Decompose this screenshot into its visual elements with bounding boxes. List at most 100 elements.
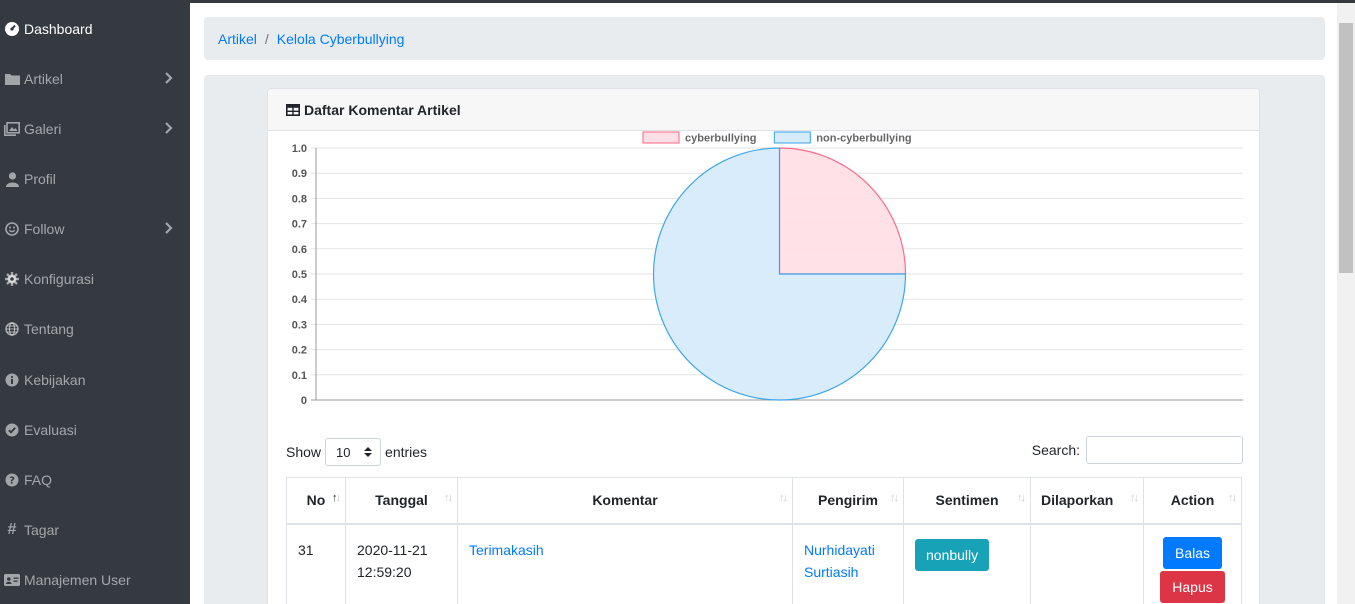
sidebar-item-follow[interactable]: Follow [0,204,190,254]
sidebar-item-label: Dashboard [24,21,93,37]
sidebar-item-label: Kebijakan [24,372,86,388]
check-circle-icon [4,422,20,438]
svg-text:?: ? [9,476,15,487]
sidebar-item-label: Tagar [24,522,60,538]
sort-asc-icon: ↑↓ [332,492,341,504]
table-row: 31 2020-11-21 12:59:20 Terimakasih Nurhi… [286,523,1242,604]
row-date: 2020-11-21 [357,541,428,558]
entries-select-value: 10 [336,444,351,460]
cell-no: 31 [286,523,346,604]
column-header-sentimen[interactable]: Sentimen ↑↓ [903,477,1031,525]
y-tick-label: 0 [301,395,307,407]
y-tick-label: 0.9 [292,168,307,180]
column-header-komentar[interactable]: Komentar ↑↓ [457,477,793,525]
sidebar-item-label: Tentang [24,321,74,337]
y-tick-label: 0.6 [292,244,307,256]
y-tick-label: 0.3 [292,319,307,331]
breadcrumb-separator: / [264,30,269,47]
length-control: Show 10 entries [286,438,427,466]
search-control: Search: [1032,436,1243,464]
sender-link[interactable]: Nurhidayati Surtiasih [804,539,892,583]
search-input[interactable] [1086,436,1243,464]
sidebar-item-artikel[interactable]: Artikel [0,54,190,104]
main-content: Artikel / Kelola Cyberbullying Daftar Ko… [190,3,1337,604]
row-no: 31 [298,541,314,558]
y-tick-label: 0.2 [292,345,307,357]
column-header-pengirim[interactable]: Pengirim ↑↓ [792,477,904,525]
select-arrows-icon [364,447,373,457]
sidebar-item-evaluasi[interactable]: Evaluasi [0,405,190,455]
column-header-label: Sentimen [935,492,999,509]
smile-icon [4,221,20,237]
delete-button[interactable]: Hapus [1160,570,1225,603]
table-icon [286,103,300,116]
column-header-label: Komentar [592,492,658,509]
column-header-label: Tanggal [375,492,428,509]
sidebar: Dashboard Artikel Galeri Profil Follow K… [0,3,190,604]
sort-icon: ↑↓ [1228,492,1237,504]
sort-icon: ↑↓ [779,492,788,504]
scrollbar-thumb[interactable] [1339,23,1353,273]
breadcrumb-kelola-link[interactable]: Kelola Cyberbullying [277,31,405,47]
y-tick-label: 1.0 [292,143,307,155]
cell-pengirim: Nurhidayati Surtiasih [792,523,904,604]
breadcrumb-artikel-link[interactable]: Artikel [218,31,257,47]
sentiment-pie-chart: 1.0 0.9 0.8 0.7 0.6 0.5 0.4 0.3 0.2 0.1 0 cyberbull… [292,131,1243,407]
sidebar-item-label: Konfigurasi [24,271,95,287]
id-card-icon [4,572,20,588]
sentiment-badge[interactable]: nonbully [915,538,990,571]
cell-tanggal: 2020-11-21 12:59:20 [345,523,458,604]
sidebar-item-label: FAQ [24,472,53,488]
column-header-no[interactable]: No ↑↓ [286,477,346,525]
sidebar-item-label: Evaluasi [24,422,77,438]
sidebar-item-manajemen-user[interactable]: Manajemen User [0,555,190,604]
chevron-right-icon [165,122,173,134]
legend-label: cyberbullying [685,133,757,145]
sidebar-item-kebijakan[interactable]: Kebijakan [0,355,190,405]
comments-table: No ↑↓ Tanggal ↑↓ Komentar ↑↓ Pengirim ↑↓ Sen… [286,477,1242,604]
comment-link[interactable]: Terimakasih [469,542,544,558]
hashtag-icon: # [7,521,17,538]
show-label: Show [286,444,322,460]
sidebar-item-galeri[interactable]: Galeri [0,104,190,154]
entries-select[interactable]: 10 [325,438,382,466]
chevron-right-icon [165,222,173,234]
breadcrumb: Artikel / Kelola Cyberbullying [204,17,1325,60]
reply-button[interactable]: Balas [1162,536,1223,569]
y-tick-label: 0.4 [292,294,308,306]
table-header-row: No ↑↓ Tanggal ↑↓ Komentar ↑↓ Pengirim ↑↓ Sen… [286,477,1242,525]
cell-komentar: Terimakasih [457,523,793,604]
sender-name-line1: Nurhidayati [804,541,875,558]
column-header-tanggal[interactable]: Tanggal ↑↓ [345,477,458,525]
y-tick-label: 0.1 [292,370,307,382]
card-header: Daftar Komentar Artikel [268,89,1259,131]
sidebar-item-label: Manajemen User [24,572,131,588]
chevron-right-icon [165,72,173,84]
cog-icon [4,271,20,287]
pie-slice [778,147,907,275]
sidebar-item-label: Artikel [24,71,63,87]
page-scrollbar[interactable] [1337,3,1355,604]
row-time: 12:59:20 [357,563,412,580]
column-header-action[interactable]: Action ↑↓ [1143,477,1242,525]
y-tick-label: 0.5 [292,269,307,281]
sidebar-item-label: Profil [24,171,56,187]
globe-icon [4,321,20,337]
sender-name-line2: Surtiasih [804,563,859,580]
entries-label: entries [385,444,428,460]
folder-icon [4,71,20,87]
sidebar-item-dashboard[interactable]: Dashboard [0,4,190,54]
column-header-label: No [306,492,326,509]
y-tick-label: 0.8 [292,193,307,205]
column-header-dilaporkan[interactable]: Dilaporkan ↑↓ [1030,477,1144,525]
cell-action: Balas Hapus [1143,523,1242,604]
sidebar-item-profil[interactable]: Profil [0,154,190,204]
sort-icon: ↑↓ [890,492,899,504]
sidebar-item-faq[interactable]: ? FAQ [0,455,190,505]
sidebar-item-tagar[interactable]: # Tagar [0,505,190,555]
sidebar-item-tentang[interactable]: Tentang [0,304,190,354]
sidebar-item-konfigurasi[interactable]: Konfigurasi [0,254,190,304]
column-header-label: Action [1170,492,1215,509]
user-icon [4,171,20,187]
column-header-label: Dilaporkan [1041,492,1114,509]
